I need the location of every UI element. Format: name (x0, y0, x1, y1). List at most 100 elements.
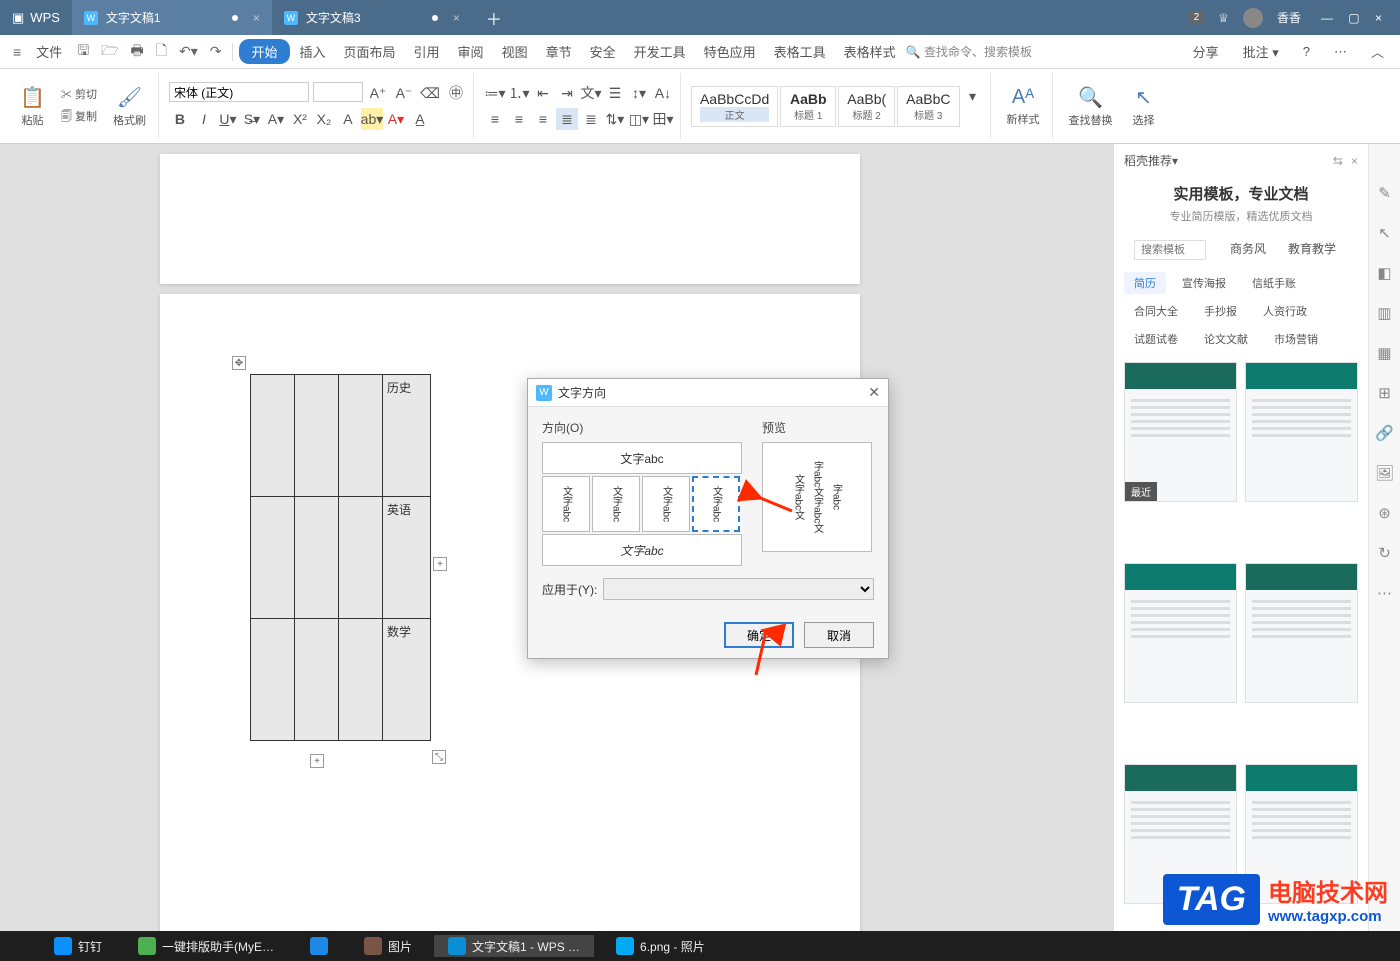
copy-button[interactable]: 🗐 复制 (57, 106, 101, 129)
cat-poster[interactable]: 宣传海报 (1172, 272, 1236, 294)
add-row-handle-icon[interactable]: + (310, 754, 324, 768)
close-icon[interactable]: × (453, 11, 460, 25)
template-search[interactable] (1134, 240, 1206, 260)
direction-v4-selected[interactable]: 文字abc (692, 476, 740, 532)
select-button[interactable]: ↖选择 (1127, 83, 1161, 130)
align-justify-icon[interactable]: ≣ (556, 108, 578, 130)
more-icon[interactable]: ⋯ (1377, 584, 1392, 602)
menu-file[interactable]: 文件 (28, 38, 70, 65)
tab-business[interactable]: 商务风 (1222, 236, 1274, 264)
cat-newspaper[interactable]: 手抄报 (1194, 300, 1247, 322)
cell-english[interactable]: 英语 (383, 497, 431, 619)
menu-chapter[interactable]: 章节 (538, 38, 580, 65)
taskbar-png[interactable]: 6.png - 照片 (602, 935, 719, 957)
resize-handle-icon[interactable]: ⤡ (432, 750, 446, 764)
settings-icon[interactable]: ⇆ (1333, 154, 1343, 168)
avatar[interactable] (1243, 8, 1263, 28)
para-spacing-icon[interactable]: ⇅▾ (604, 108, 626, 130)
font-size-select[interactable] (313, 82, 363, 102)
style-normal[interactable]: AaBbCcDd正文 (691, 86, 778, 127)
menu-review[interactable]: 审阅 (450, 38, 492, 65)
line-spacing-icon[interactable]: ↕▾ (628, 82, 650, 104)
cursor-icon[interactable]: ↖ (1378, 224, 1391, 242)
style-h1[interactable]: AaBb标题 1 (780, 86, 836, 127)
font-color-button[interactable]: A▾ (265, 108, 287, 130)
history-icon[interactable]: ↻ (1378, 544, 1391, 562)
taskbar-photos[interactable]: 图片 (350, 935, 426, 957)
close-icon[interactable]: × (253, 11, 260, 25)
menu-share[interactable]: 分享 (1185, 38, 1227, 65)
font-color2-button[interactable]: A▾ (385, 108, 407, 130)
style-h2[interactable]: AaBb(标题 2 (838, 86, 895, 127)
strike-button[interactable]: S̶▾ (241, 108, 263, 130)
new-style-button[interactable]: Aᴬ新样式 (1001, 84, 1046, 129)
menu-view[interactable]: 视图 (494, 38, 536, 65)
folder-icon[interactable]: 🗁 (96, 36, 123, 68)
cat-contract[interactable]: 合同大全 (1124, 300, 1188, 322)
minimize-icon[interactable]: — (1315, 11, 1339, 25)
close-icon[interactable]: ✕ (868, 384, 880, 401)
menu-layout[interactable]: 页面布局 (336, 38, 404, 65)
tab-education[interactable]: 教育教学 (1280, 236, 1344, 264)
crown-icon[interactable]: ♕ (1218, 11, 1229, 25)
highlight-button[interactable]: ab▾ (361, 108, 383, 130)
move-handle-icon[interactable]: ✥ (232, 356, 246, 370)
cancel-button[interactable]: 取消 (804, 622, 874, 648)
cell-history[interactable]: 历史 (383, 375, 431, 497)
image-icon[interactable]: 🖼 (1375, 464, 1394, 482)
close-icon[interactable]: × (1369, 11, 1388, 25)
template-item[interactable]: 最近 (1124, 362, 1237, 502)
char-border-button[interactable]: A̲ (409, 108, 431, 130)
cell-math[interactable]: 数学 (383, 619, 431, 741)
phonetic-icon[interactable]: ㊥ (445, 82, 467, 104)
redo-icon[interactable]: ↷ (205, 39, 227, 64)
menu-insert[interactable]: 插入 (292, 38, 334, 65)
maximize-icon[interactable]: ▢ (1342, 11, 1365, 25)
menu-ref[interactable]: 引用 (406, 38, 448, 65)
save-icon[interactable]: 🖫 (72, 36, 94, 68)
direction-v3[interactable]: 文字abc (642, 476, 690, 532)
cat-thesis[interactable]: 论文文献 (1194, 328, 1258, 350)
new-tab-button[interactable]: ＋ (472, 0, 516, 35)
superscript-button[interactable]: X² (289, 108, 311, 130)
menu-featured[interactable]: 特色应用 (696, 38, 764, 65)
menu-table-tools[interactable]: 表格工具 (766, 38, 834, 65)
undo-icon[interactable]: ↶▾ (174, 39, 203, 64)
document-pane[interactable]: ✥ 历史 英语 数学 + + ⤡ W 文字方向 ✕ 方向 (0, 144, 1113, 961)
align-left-icon[interactable]: ≡ (484, 108, 506, 130)
underline-button[interactable]: U▾ (217, 108, 239, 130)
italic-button[interactable]: I (193, 108, 215, 130)
cat-hr[interactable]: 人资行政 (1253, 300, 1317, 322)
direction-horizontal-2[interactable]: 文字abc (542, 534, 742, 566)
shading-icon[interactable]: ◫▾ (628, 108, 650, 130)
text-dir-icon[interactable]: 文▾ (580, 82, 602, 104)
paste-button[interactable]: 📋粘贴 (14, 83, 51, 130)
edit-icon[interactable]: ✎ (1378, 184, 1391, 202)
notification-badge[interactable]: 2 (1189, 11, 1205, 24)
component-icon[interactable]: ⊞ (1378, 384, 1391, 402)
dialog-titlebar[interactable]: W 文字方向 ✕ (528, 379, 888, 407)
command-search[interactable]: 🔍 查找命令、搜索模板 (906, 43, 1032, 60)
template-item[interactable] (1124, 563, 1237, 703)
indent-dec-icon[interactable]: ⇤ (532, 82, 554, 104)
numbering-icon[interactable]: ⒈▾ (508, 82, 530, 104)
template-item[interactable] (1245, 362, 1358, 502)
close-icon[interactable]: × (1351, 154, 1358, 168)
bullets-icon[interactable]: ≔▾ (484, 82, 506, 104)
menu-start[interactable]: 开始 (239, 39, 289, 64)
taskbar-dingtalk[interactable]: 钉钉 (40, 935, 116, 957)
cut-button[interactable]: ✂ 剪切 (57, 84, 101, 104)
direction-v2[interactable]: 文字abc (592, 476, 640, 532)
chain-icon[interactable]: 🔗 (1375, 424, 1394, 442)
ok-button[interactable]: 确定 (724, 622, 794, 648)
clear-fmt-icon[interactable]: ⌫ (419, 82, 441, 104)
find-replace-button[interactable]: 🔍查找替换 (1063, 83, 1119, 130)
grid-icon[interactable]: ▦ (1377, 344, 1391, 362)
sort-icon[interactable]: A↓ (652, 82, 674, 104)
preview-icon[interactable]: 🗋 (151, 36, 172, 68)
align-dist2-icon[interactable]: ≣ (580, 108, 602, 130)
format-painter-button[interactable]: 🖌格式刷 (107, 83, 152, 130)
tab-doc1[interactable]: W 文字文稿1 × (72, 0, 272, 35)
bold-button[interactable]: B (169, 108, 191, 130)
subscript-button[interactable]: X₂ (313, 108, 335, 130)
